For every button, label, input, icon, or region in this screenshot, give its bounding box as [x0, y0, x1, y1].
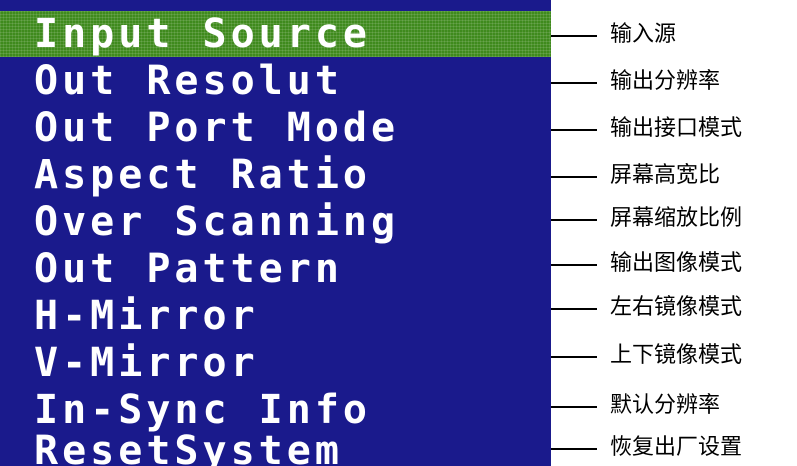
- menu-item-v-mirror[interactable]: V-Mirror: [0, 340, 551, 386]
- leader-line: [551, 219, 597, 221]
- annotation-out-pattern: 输出图像模式: [610, 251, 743, 276]
- leader-line: [551, 406, 597, 408]
- menu-item-out-pattern[interactable]: Out Pattern: [0, 246, 551, 292]
- osd-menu-panel: Input Source Out Resolut Out Port Mode A…: [0, 0, 551, 466]
- leader-line: [551, 308, 597, 310]
- menu-item-out-resolut[interactable]: Out Resolut: [0, 58, 551, 104]
- annotation-input-source: 输入源: [610, 22, 677, 47]
- annotation-in-sync-info: 默认分辨率: [610, 393, 721, 418]
- leader-line: [551, 356, 597, 358]
- leader-line: [551, 129, 597, 131]
- leader-line: [551, 176, 597, 178]
- annotation-out-port-mode: 输出接口模式: [610, 116, 743, 141]
- leader-line: [551, 82, 597, 84]
- menu-item-aspect-ratio[interactable]: Aspect Ratio: [0, 152, 551, 198]
- leader-line: [551, 448, 597, 450]
- menu-item-h-mirror[interactable]: H-Mirror: [0, 293, 551, 339]
- annotation-v-mirror: 上下镜像模式: [610, 343, 743, 368]
- annotation-h-mirror: 左右镜像模式: [610, 295, 743, 320]
- menu-item-over-scanning[interactable]: Over Scanning: [0, 199, 551, 245]
- leader-line: [551, 35, 597, 37]
- menu-item-reset-system[interactable]: ResetSystem: [0, 428, 551, 466]
- leader-line: [551, 264, 597, 266]
- menu-item-in-sync-info[interactable]: In-Sync Info: [0, 387, 551, 433]
- annotation-reset-system: 恢复出厂设置: [610, 435, 743, 460]
- annotation-out-resolut: 输出分辨率: [610, 69, 721, 94]
- annotation-over-scanning: 屏幕缩放比例: [610, 206, 743, 231]
- menu-item-out-port-mode[interactable]: Out Port Mode: [0, 105, 551, 151]
- menu-item-input-source[interactable]: Input Source: [0, 11, 551, 57]
- annotation-aspect-ratio: 屏幕高宽比: [610, 163, 721, 188]
